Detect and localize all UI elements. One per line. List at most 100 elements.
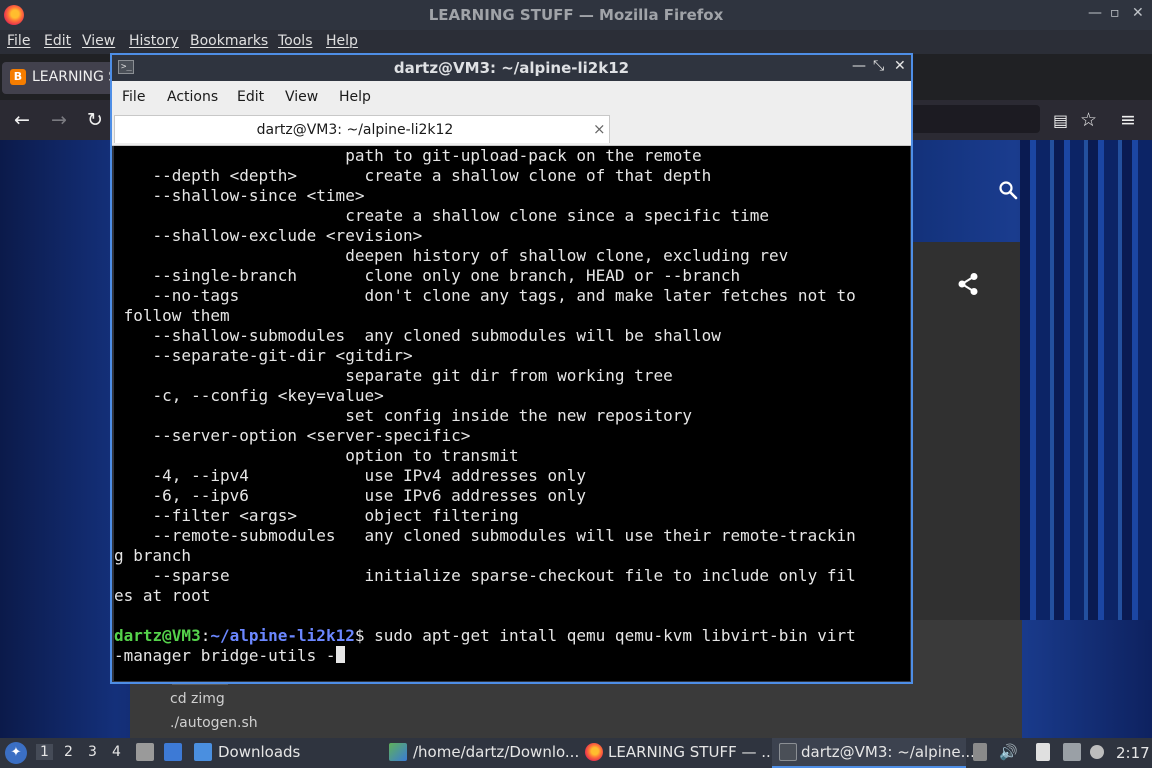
bookmark-star-icon[interactable]: ☆ [1080, 109, 1097, 131]
task-terminal[interactable]: dartz@VM3: ~/alpine... [801, 743, 975, 761]
term-menu-help[interactable]: Help [339, 89, 371, 105]
terminal-menubar: File Actions Edit View Help [112, 81, 911, 113]
terminal-output-line: --single-branch clone only one branch, H… [114, 266, 741, 285]
terminal-output-line: separate git dir from working tree [114, 366, 673, 385]
maximize-icon[interactable]: ▫ [1110, 5, 1120, 21]
terminal-output-line: set config inside the new repository [114, 406, 692, 425]
menu-edit[interactable]: Edit [44, 33, 71, 49]
folder-icon [194, 743, 212, 761]
menu-history[interactable]: History [129, 33, 179, 49]
minimize-icon[interactable]: — [852, 58, 866, 74]
search-icon[interactable] [998, 180, 1018, 200]
terminal-output-line: --server-option <server-specific> [114, 426, 471, 445]
terminal-output-line: -6, --ipv6 use IPv6 addresses only [114, 486, 587, 505]
terminal-output-line: --sparse initialize sparse-checkout file… [114, 566, 856, 585]
terminal-titlebar[interactable]: >_ dartz@VM3: ~/alpine-li2k12 — ⤡ ✕ [112, 55, 911, 81]
clock: 2:17 [1116, 744, 1150, 762]
firefox-tab-label: LEARNING S [32, 69, 118, 85]
hamburger-menu-icon[interactable]: ≡ [1120, 109, 1136, 131]
command-text: sudo apt-get intall qemu qemu-kvm libvir… [374, 626, 856, 645]
terminal-output-line: option to transmit [114, 446, 519, 465]
terminal-output-line: -c, --config <key=value> [114, 386, 384, 405]
text-cursor [335, 646, 345, 663]
file-manager-launcher-icon[interactable] [136, 743, 154, 761]
terminal-output-line: create a shallow clone since a specific … [114, 206, 770, 225]
taskbar: ✦ 1 2 3 4 Downloads /home/dartz/Downlo..… [0, 738, 1152, 768]
term-menu-edit[interactable]: Edit [237, 89, 264, 105]
page-forest-image [1020, 140, 1152, 620]
menu-tools[interactable]: Tools [278, 33, 313, 49]
prompt-separator: : [200, 626, 211, 645]
restore-icon[interactable]: ⤡ [873, 58, 884, 74]
terminal-output-line: --filter <args> object filtering [114, 506, 519, 525]
start-menu-icon[interactable]: ✦ [5, 742, 27, 764]
terminal-window[interactable]: >_ dartz@VM3: ~/alpine-li2k12 — ⤡ ✕ File… [110, 53, 913, 684]
terminal-output-line: -4, --ipv4 use IPv4 addresses only [114, 466, 587, 485]
reader-view-icon[interactable]: ▤ [1053, 111, 1068, 130]
terminal-window-title: dartz@VM3: ~/alpine-li2k12 [393, 59, 630, 77]
terminal-output-line: es at root [114, 586, 211, 605]
terminal-output[interactable]: path to git-upload-pack on the remote --… [114, 146, 910, 681]
forward-icon[interactable]: → [51, 109, 67, 131]
desktop-3[interactable]: 3 [88, 744, 97, 760]
firefox-tab[interactable]: B LEARNING S [2, 62, 122, 94]
prompt-dollar: $ [354, 626, 375, 645]
terminal-output-line: --shallow-submodules any cloned submodul… [114, 326, 721, 345]
terminal-output-line: follow them [114, 306, 230, 325]
terminal-task-icon [779, 743, 797, 761]
terminal-output-line: --shallow-exclude <revision> [114, 226, 423, 245]
close-icon[interactable]: ✕ [1132, 5, 1144, 21]
code-line: cd zimg [170, 691, 225, 707]
reload-icon[interactable]: ↻ [87, 109, 103, 131]
desktop-2[interactable]: 2 [64, 744, 73, 760]
terminal-output-line: g branch [114, 546, 192, 565]
task-image-viewer[interactable]: /home/dartz/Downlo... [413, 743, 579, 761]
url-bar[interactable] [910, 105, 1040, 133]
clipboard-icon[interactable] [973, 743, 987, 761]
task-firefox[interactable]: LEARNING STUFF — ... [608, 743, 776, 761]
terminal-output-line: --depth <depth> create a shallow clone o… [114, 166, 712, 185]
desktop-4[interactable]: 4 [112, 744, 121, 760]
terminal-output-line: --remote-submodules any cloned submodule… [114, 526, 856, 545]
menu-view[interactable]: View [82, 33, 115, 49]
image-viewer-icon [389, 743, 407, 761]
command-continuation: -manager bridge-utils - [114, 646, 345, 666]
terminal-tab[interactable]: dartz@VM3: ~/alpine-li2k12 × [114, 115, 610, 143]
menu-file[interactable]: File [7, 33, 30, 49]
term-menu-file[interactable]: File [122, 89, 145, 105]
prompt-line: dartz@VM3:~/alpine-li2k12$ sudo apt-get … [114, 626, 856, 646]
terminal-tab-label: dartz@VM3: ~/alpine-li2k12 [256, 122, 454, 138]
task-downloads[interactable]: Downloads [218, 743, 300, 761]
term-menu-view[interactable]: View [285, 89, 318, 105]
term-menu-actions[interactable]: Actions [167, 89, 218, 105]
prompt-user: dartz@VM3 [114, 626, 201, 645]
close-icon[interactable]: ✕ [894, 58, 906, 74]
menu-help[interactable]: Help [326, 33, 358, 49]
notifications-icon[interactable] [1090, 745, 1104, 759]
blogger-icon: B [10, 69, 26, 85]
minimize-icon[interactable]: — [1088, 5, 1102, 21]
terminal-output-line: --no-tags don't clone any tags, and make… [114, 286, 856, 305]
menu-bookmarks[interactable]: Bookmarks [190, 33, 268, 49]
firefox-titlebar: LEARNING STUFF — Mozilla Firefox — ▫ ✕ [0, 0, 1152, 30]
prompt-path: ~/alpine-li2k12 [210, 626, 355, 645]
firefox-menubar: File Edit View History Bookmarks Tools H… [0, 30, 1152, 54]
share-icon[interactable] [957, 272, 979, 296]
terminal-output-line: path to git-upload-pack on the remote [114, 146, 702, 165]
firefox-task-icon [585, 743, 603, 761]
terminal-output-line: --separate-git-dir <gitdir> [114, 346, 413, 365]
show-desktop-icon[interactable] [164, 743, 182, 761]
terminal-output-line: deepen history of shallow clone, excludi… [114, 246, 789, 265]
code-line: ./autogen.sh [170, 715, 258, 731]
command-continuation-text: -manager bridge-utils - [114, 646, 336, 665]
volume-icon[interactable]: 🔊 [999, 743, 1018, 761]
network-icon[interactable] [1063, 743, 1081, 761]
tab-close-icon[interactable]: × [593, 120, 606, 138]
desktop-1[interactable]: 1 [36, 744, 53, 760]
notes-icon[interactable] [1036, 743, 1050, 761]
firefox-window-title: LEARNING STUFF — Mozilla Firefox [428, 6, 724, 24]
back-icon[interactable]: ← [14, 109, 30, 131]
terminal-output-line: --shallow-since <time> [114, 186, 365, 205]
page-content-panel [912, 242, 1020, 620]
terminal-tabbar: dartz@VM3: ~/alpine-li2k12 × [112, 113, 911, 146]
